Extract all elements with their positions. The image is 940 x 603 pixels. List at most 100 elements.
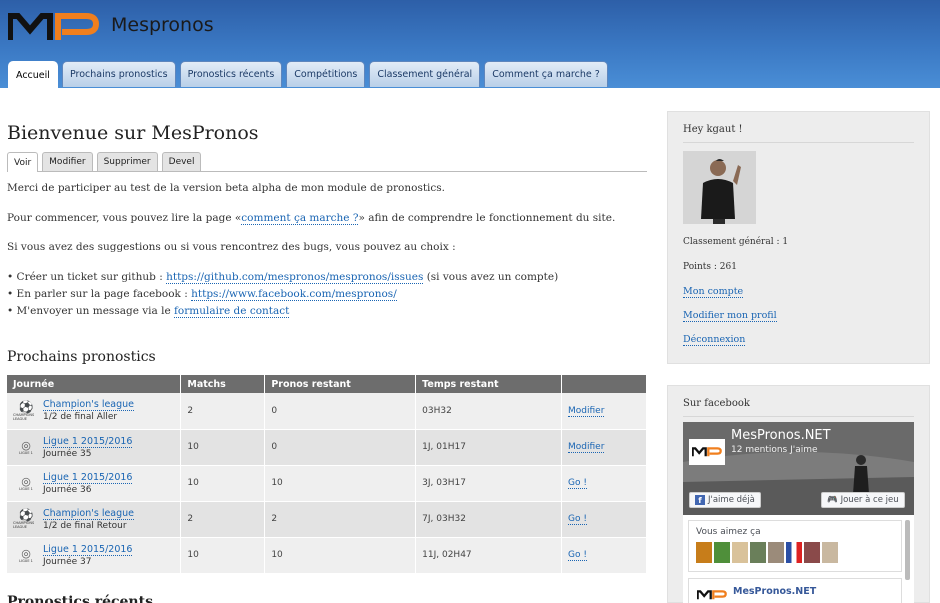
facebook-cover[interactable]: MesPronos.NET 12 mentions J'aime f J'aime… xyxy=(683,422,914,515)
nav-tab-pronostics-recents[interactable]: Pronostics récents xyxy=(179,61,283,87)
friend-avatar[interactable] xyxy=(714,542,730,563)
ligue1-icon: ◎ LIGUE 1 xyxy=(19,438,33,455)
bullet2-before: • En parler sur la page facebook : xyxy=(7,288,192,300)
intro-paragraph-3: Si vous avez des suggestions ou si vous … xyxy=(7,241,456,253)
time-cell: 7J, 03H32 xyxy=(415,501,563,538)
table-row: ◎ LIGUE 1 Ligue 1 2015/2016 Journée 35 10 … xyxy=(7,429,647,466)
points-text: Points : 261 xyxy=(683,262,737,272)
user-block: Hey kgaut ! Classement général : 1 Point… xyxy=(667,111,930,364)
table-header-row: Journée Matchs Pronos restant Temps rest… xyxy=(7,375,647,393)
facebook-likes-count: 12 mentions J'aime xyxy=(731,445,818,455)
bullet3-before: • M'envoyer un message via le xyxy=(7,305,175,317)
para2-before: Pour commencer, vous pouvez lire la page… xyxy=(7,212,242,224)
champions-league-icon: ⚽ CHAMPIONS LEAGUE xyxy=(13,399,35,421)
facebook-block: Sur facebook MesPronos.NET 12 mentions J… xyxy=(667,385,930,603)
day-label: 1/2 de final Aller xyxy=(43,412,118,423)
modifier-link[interactable]: Modifier xyxy=(568,405,605,417)
friends-faces xyxy=(696,542,840,563)
post-page-name[interactable]: MesPronos.NET xyxy=(733,586,816,597)
nav-tab-comment-ca-marche[interactable]: Comment ça marche ? xyxy=(484,61,608,87)
contact-form-link[interactable]: formulaire de contact xyxy=(174,305,290,318)
nav-tab-classement-general[interactable]: Classement général xyxy=(369,61,481,87)
site-header: Mespronos Accueil Prochains pronostics P… xyxy=(0,0,940,88)
table-row: ◎ LIGUE 1 Ligue 1 2015/2016 Journée 36 10 … xyxy=(7,465,647,502)
mespronos-logo[interactable] xyxy=(8,12,100,42)
modifier-link[interactable]: Modifier xyxy=(568,442,605,453)
facebook-like-button[interactable]: f J'aime déjà xyxy=(689,492,761,508)
tab-voir[interactable]: Voir xyxy=(7,152,39,172)
go-link[interactable]: Go ! xyxy=(568,514,587,525)
facebook-icon: f xyxy=(695,495,705,505)
logout-link[interactable]: Déconnexion xyxy=(683,334,746,346)
go-link[interactable]: Go ! xyxy=(568,478,587,489)
friend-avatar[interactable] xyxy=(822,542,838,563)
upcoming-table: Journée Matchs Pronos restant Temps rest… xyxy=(7,375,647,574)
competition-link[interactable]: Ligue 1 2015/2016 xyxy=(43,543,133,556)
competition-link[interactable]: Champion's league xyxy=(43,507,135,520)
matchs-cell: 10 xyxy=(180,429,266,466)
user-block-title: Hey kgaut ! xyxy=(683,124,743,135)
col-journee: Journée xyxy=(7,375,182,393)
pronos-cell: 10 xyxy=(264,537,417,574)
matchs-cell: 10 xyxy=(180,465,266,502)
page-title: Bienvenue sur MesPronos xyxy=(7,122,259,144)
my-account-link[interactable]: Mon compte xyxy=(683,286,744,298)
matchs-cell: 2 xyxy=(180,501,266,538)
facebook-block-title: Sur facebook xyxy=(683,398,750,409)
facebook-friends-box: Vous aimez ça xyxy=(688,520,902,572)
competition-link[interactable]: Ligue 1 2015/2016 xyxy=(43,471,133,484)
github-link[interactable]: https://github.com/mespronos/mespronos/i… xyxy=(166,271,424,284)
tab-supprimer[interactable]: Supprimer xyxy=(96,152,158,171)
friend-avatar[interactable] xyxy=(768,542,784,563)
time-cell: 3J, 03H17 xyxy=(415,465,563,502)
recent-title: Pronostics récents xyxy=(7,594,153,603)
bullet-contact: • M'envoyer un message via le formulaire… xyxy=(7,305,290,318)
bullet1-before: • Créer un ticket sur github : xyxy=(7,271,167,283)
friend-avatar[interactable] xyxy=(696,542,712,563)
facebook-page-name[interactable]: MesPronos.NET xyxy=(731,428,831,443)
facebook-post: MesPronos.NET xyxy=(688,578,902,603)
ligue1-icon: ◎ LIGUE 1 xyxy=(19,546,33,563)
time-cell: 1J, 01H17 xyxy=(415,429,563,466)
post-logo-icon xyxy=(697,590,727,600)
day-label: Journée 36 xyxy=(43,484,92,495)
nav-tab-accueil[interactable]: Accueil xyxy=(8,61,58,88)
site-name[interactable]: Mespronos xyxy=(111,14,214,36)
table-row: ⚽ CHAMPIONS LEAGUE Champion's league 1/2 d… xyxy=(7,501,647,538)
friends-like-label: Vous aimez ça xyxy=(696,527,761,537)
bullet1-after: (si vous avez un compte) xyxy=(423,271,559,283)
friend-avatar[interactable] xyxy=(804,542,820,563)
pronos-cell: 10 xyxy=(264,465,417,502)
divider xyxy=(683,416,914,417)
time-cell: 03H32 xyxy=(415,393,563,430)
ranking-text: Classement général : 1 xyxy=(683,237,789,247)
ligue1-icon: ◎ LIGUE 1 xyxy=(19,474,33,491)
widget-scrollbar[interactable] xyxy=(905,520,910,580)
time-cell: 11J, 02H47 xyxy=(415,537,563,574)
avatar[interactable] xyxy=(683,151,756,224)
facebook-page-widget: MesPronos.NET 12 mentions J'aime f J'aime… xyxy=(683,422,914,603)
facebook-link[interactable]: https://www.facebook.com/mespronos/ xyxy=(191,288,397,301)
divider xyxy=(683,142,914,143)
tab-modifier[interactable]: Modifier xyxy=(42,152,93,171)
competition-link[interactable]: Ligue 1 2015/2016 xyxy=(43,435,133,448)
champions-league-icon: ⚽ CHAMPIONS LEAGUE xyxy=(13,508,35,529)
friend-avatar[interactable] xyxy=(750,542,766,563)
competition-link[interactable]: Champion's league xyxy=(43,399,135,412)
facebook-play-button[interactable]: 🎮 Jouer à ce jeu xyxy=(821,492,905,508)
friend-avatar[interactable] xyxy=(732,542,748,563)
mespronos-page-logo xyxy=(689,439,725,465)
matchs-cell: 2 xyxy=(180,393,266,430)
tab-devel[interactable]: Devel xyxy=(161,152,202,171)
nav-tab-competitions[interactable]: Compétitions xyxy=(286,61,366,87)
go-link[interactable]: Go ! xyxy=(568,550,587,561)
edit-profile-link[interactable]: Modifier mon profil xyxy=(683,310,777,322)
comment-ca-marche-link[interactable]: comment ça marche ? xyxy=(241,212,359,225)
table-row: ◎ LIGUE 1 Ligue 1 2015/2016 Journée 37 10 … xyxy=(7,537,647,574)
pronos-cell: 2 xyxy=(264,501,417,538)
nav-tab-prochains-pronostics[interactable]: Prochains pronostics xyxy=(61,61,176,87)
col-matchs: Matchs xyxy=(180,375,266,393)
local-tabs: Voir Modifier Supprimer Devel xyxy=(7,152,647,172)
col-temps-restant: Temps restant xyxy=(415,375,563,393)
friend-avatar[interactable] xyxy=(786,542,802,563)
